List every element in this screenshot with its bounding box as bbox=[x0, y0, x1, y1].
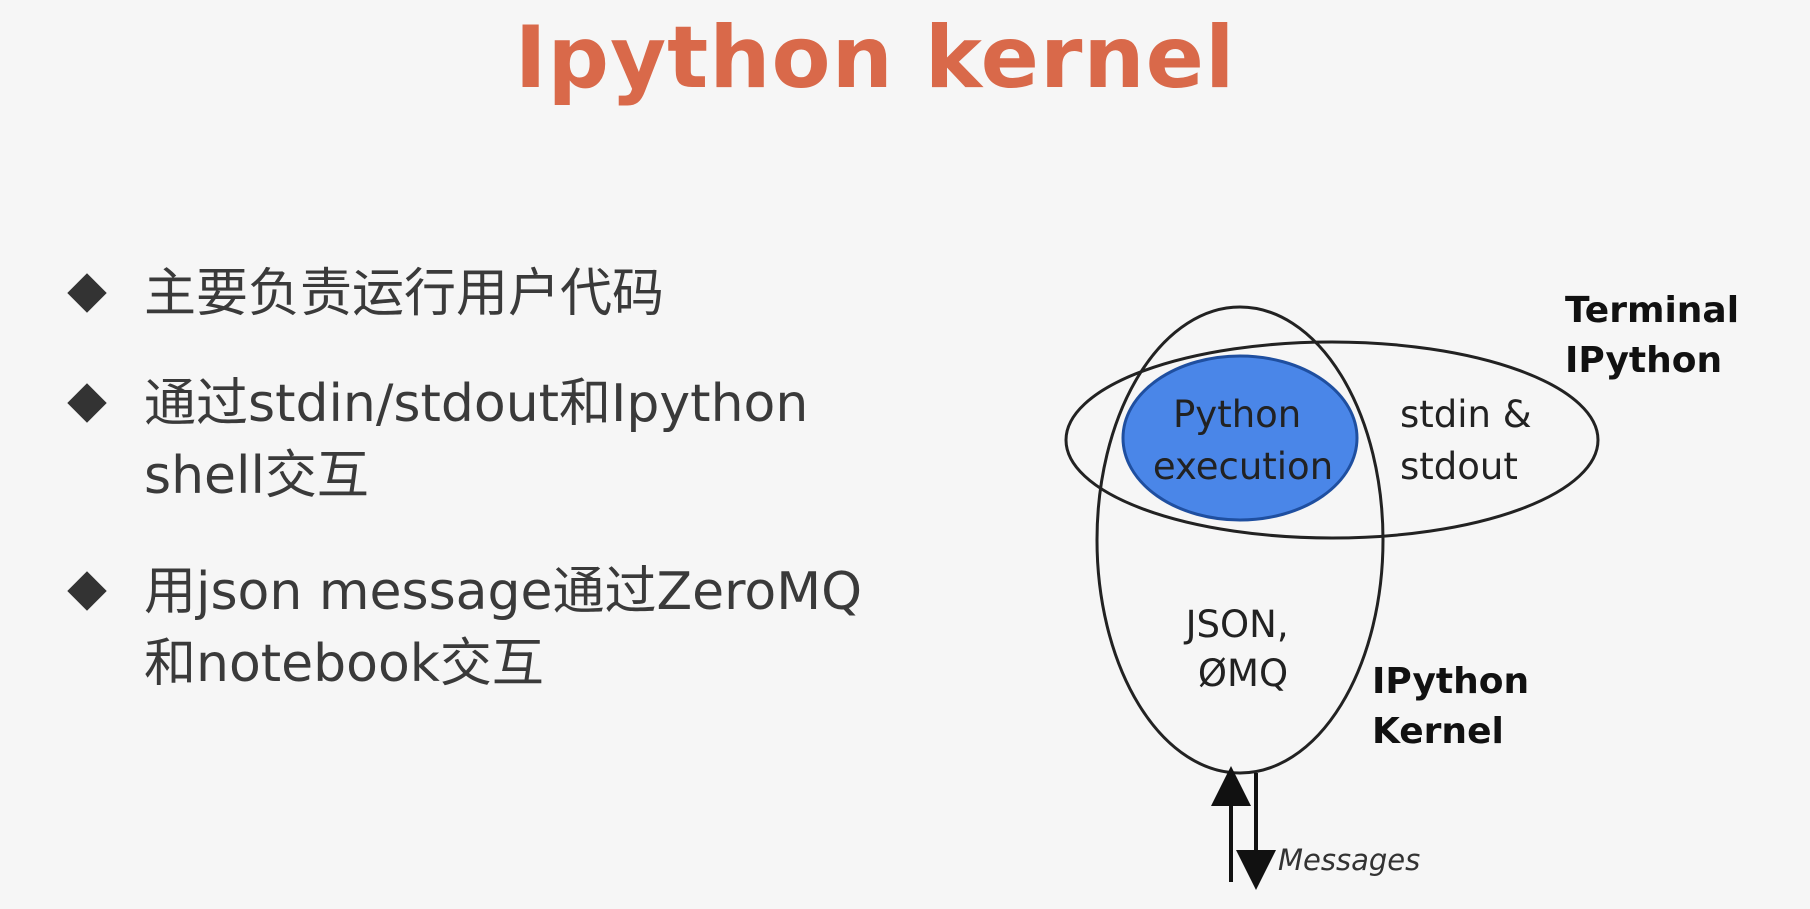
ipython-kernel-label: IPython Kernel bbox=[1372, 661, 1542, 752]
stdin-stdout-label: stdin & stdout bbox=[1400, 393, 1543, 488]
slide: Ipython kernel 主要负责运行用户代码 通过stdin/stdout… bbox=[0, 0, 1810, 909]
ipython-kernel-diagram: Python execution stdin & stdout JSON, ØM… bbox=[1064, 290, 1752, 890]
terminal-ipython-label: Terminal IPython bbox=[1565, 290, 1752, 381]
python-execution-ellipse bbox=[1121, 354, 1359, 522]
json-zmq-label: JSON, ØMQ bbox=[1184, 603, 1301, 695]
messages-label: Messages bbox=[1278, 843, 1420, 877]
